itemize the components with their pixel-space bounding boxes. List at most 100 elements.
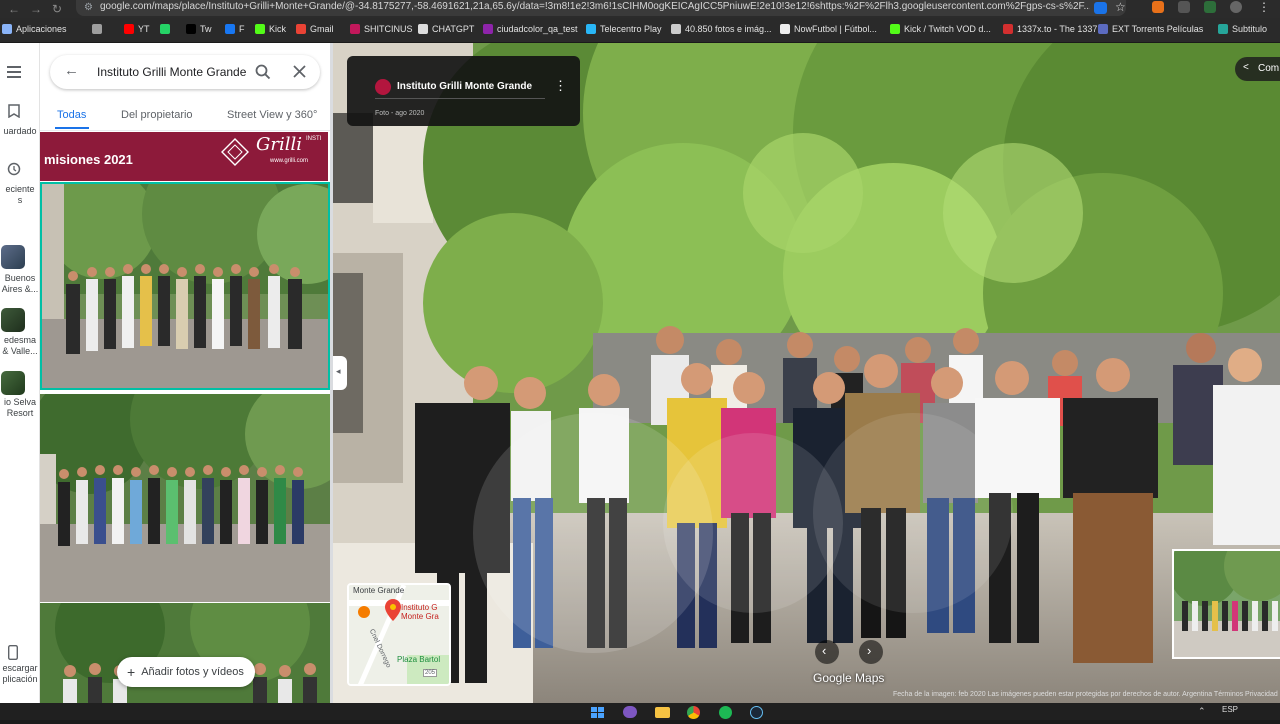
bookmark-item[interactable]: YT [124,24,150,34]
bookmark-item[interactable] [92,24,102,34]
facebook-icon [225,24,235,34]
chevron-right-icon: › [867,643,872,658]
banner-text: misiones 2021 [44,152,133,167]
banner-brand-small: INSTI [306,136,322,142]
bookmark-item[interactable]: Subtitulo [1218,24,1267,34]
bookmark-item[interactable]: F [225,24,245,34]
bookmark-label: 40.850 fotos e imág... [685,24,772,34]
photo-banner[interactable]: misiones 2021 Grilli INSTI www.grilli.co… [40,132,328,181]
gmail-icon [296,24,306,34]
banner-url: www.grilli.com [270,158,309,164]
extension-icon[interactable] [1178,1,1190,13]
reload-icon[interactable]: ↻ [52,2,62,16]
recent-place-label[interactable]: edesma & Valle... [0,335,40,357]
phone-icon[interactable] [7,644,19,665]
photo-meta: Foto - ago 2020 [375,110,425,117]
tab-street-view[interactable]: Street View y 360° [227,109,317,121]
search-input[interactable]: Instituto Grilli Monte Grande [97,65,246,79]
bookmark-item[interactable]: EXT Torrents Películas [1098,24,1203,34]
x-twitter-icon [186,24,196,34]
active-tab-indicator [55,127,89,129]
url-text[interactable]: google.com/maps/place/Instituto+Grilli+M… [100,1,1090,12]
group-photo [40,394,330,602]
bookmark-label: Aplicaciones [16,24,67,34]
bookmark-icon[interactable] [8,104,20,123]
bookmark-item[interactable]: 40.850 fotos e imág... [671,24,772,34]
place-title[interactable]: Instituto Grilli Monte Grande [397,81,532,92]
recent-place-thumbnail[interactable] [1,371,25,395]
bookmark-item[interactable]: ciudadcolor_qa_test [483,24,578,34]
share-icon: < [1243,62,1249,73]
rail-saved-label[interactable]: uardado [0,126,40,137]
language-indicator[interactable]: ESP [1222,705,1238,714]
add-photos-label: Añadir fotos y vídeos [141,666,244,678]
x-site-icon [1003,24,1013,34]
add-photos-button[interactable]: + Añadir fotos y vídeos [117,657,255,687]
photo-info-card: Instituto Grilli Monte Grande ⋮ Foto - a… [347,56,580,126]
menu-icon[interactable] [7,65,21,83]
history-icon[interactable] [7,162,21,181]
tab-owner[interactable]: Del propietario [121,109,193,121]
recent-place-thumbnail[interactable] [1,245,25,269]
extension-icon[interactable] [1204,1,1216,13]
bookmark-item[interactable]: CHATGPT [418,24,474,34]
folder-icon [350,24,360,34]
map-pin-icon [385,599,401,626]
bookmark-label: Subtitulo [1232,24,1268,34]
recent-place-label[interactable]: io Selva Resort [0,397,40,419]
bookmark-item[interactable]: Kick [255,24,286,34]
collapse-panel-button[interactable]: ◂ [333,356,347,390]
search-icon[interactable] [255,64,271,85]
photo-thumbnail[interactable] [40,603,330,703]
share-button[interactable]: < Com [1235,57,1280,81]
bookmark-item[interactable]: 1337x.to - The 1337... [1003,24,1105,34]
bookmark-item[interactable]: NowFutbol | Fútbol... [780,24,877,34]
photo-thumbnail[interactable] [40,394,330,602]
bookmark-item[interactable]: SHITCINUS [350,24,413,34]
globe-icon [483,24,493,34]
previous-photo-button[interactable]: ‹ [815,640,839,664]
rail-recent-label[interactable]: eciente s [0,184,40,206]
back-arrow-icon[interactable]: ← [64,62,79,79]
bookmark-item[interactable] [160,24,170,34]
bookmark-item[interactable]: Kick / Twitch VOD d... [890,24,991,34]
minimap-pin-label: Instituto G Monte Gra [401,603,439,621]
image-footer: Fecha de la imagen: feb 2020 Las imágene… [893,691,1278,698]
tab-all[interactable]: Todas [57,109,86,121]
copilot-icon[interactable] [623,706,637,718]
recent-place-thumbnail[interactable] [1,308,25,332]
extension-icon[interactable] [1152,1,1164,13]
spotify-icon[interactable] [719,706,732,719]
windows-start-icon[interactable] [591,706,605,718]
site-info-icon[interactable]: ⚙ [84,2,93,13]
recent-place-label[interactable]: Buenos Aires &... [0,273,40,295]
back-icon[interactable]: ← [8,2,20,16]
bookmark-item[interactable]: Telecentro Play [586,24,662,34]
steam-icon[interactable] [750,706,763,719]
more-options-icon[interactable]: ⋮ [554,78,567,94]
close-icon[interactable] [293,65,306,83]
next-photo-button[interactable]: › [859,640,883,664]
whatsapp-icon [160,24,170,34]
ball-icon [780,24,790,34]
photo-thumbnail-selected[interactable] [40,182,330,390]
photo-viewer[interactable]: Instituto Grilli Monte Grande ⋮ Foto - a… [333,43,1280,703]
bookmark-item[interactable]: Gmail [296,24,334,34]
file-explorer-icon[interactable] [655,707,670,718]
photo-preview-thumbnail[interactable] [1172,549,1280,659]
menu-dots-icon[interactable]: ⋮ [1258,0,1270,14]
main-group-photo [333,43,1280,703]
install-icon[interactable] [1094,2,1107,14]
forward-icon[interactable]: → [30,2,42,16]
bookmark-item[interactable]: Tw [186,24,212,34]
star-icon[interactable]: ☆ [1115,0,1126,14]
group-photo [40,603,330,703]
tray-chevron-icon[interactable]: ⌃ [1198,706,1206,717]
rail-download-app-label[interactable]: escargar plicación [0,663,40,685]
chrome-icon[interactable] [687,706,700,719]
avatar[interactable] [1230,1,1242,13]
minimap[interactable]: Monte Grande Instituto G Monte Gra Cnel … [347,583,451,686]
search-box[interactable]: ← Instituto Grilli Monte Grande [50,55,320,89]
play-icon [586,24,596,34]
bookmark-item[interactable]: Aplicaciones [2,24,67,34]
